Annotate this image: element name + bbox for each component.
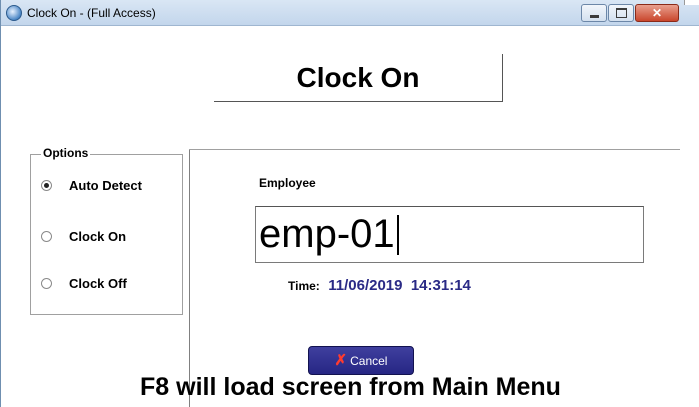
window-title: Clock On - (Full Access) xyxy=(27,6,156,20)
page-title: Clock On xyxy=(296,61,420,93)
minimize-icon xyxy=(582,5,606,21)
radio-label-auto-detect: Auto Detect xyxy=(69,178,142,193)
panel-divider-vertical xyxy=(189,149,190,407)
cancel-button-label: Cancel xyxy=(350,353,388,368)
cancel-button[interactable]: ✗ Cancel xyxy=(308,346,414,375)
options-legend: Options xyxy=(41,146,91,160)
radio-label-clock-off: Clock Off xyxy=(69,276,127,291)
close-icon: ✕ xyxy=(651,6,663,20)
radio-clock-on[interactable]: Clock On xyxy=(41,229,126,244)
x-icon: ✗ xyxy=(334,352,348,369)
heading-box: Clock On xyxy=(214,54,503,102)
minimize-button[interactable] xyxy=(581,4,607,22)
radio-label-clock-on: Clock On xyxy=(69,229,127,244)
radio-button[interactable] xyxy=(41,278,52,289)
time-value: 11/06/2019 14:31:14 xyxy=(328,277,471,294)
maximize-button[interactable] xyxy=(608,4,634,22)
title-bar[interactable]: Clock On - (Full Access) ✕ xyxy=(1,0,699,26)
employee-label: Employee xyxy=(259,176,316,190)
app-globe-icon xyxy=(6,5,22,21)
employee-input[interactable]: emp-01 xyxy=(255,206,644,263)
clock-on-window: Clock On - (Full Access) ✕ Clock On Opti… xyxy=(0,0,699,407)
radio-auto-detect[interactable]: Auto Detect xyxy=(41,178,142,193)
radio-button[interactable] xyxy=(41,231,52,242)
time-label: Time: xyxy=(288,279,320,293)
close-button[interactable]: ✕ xyxy=(635,4,679,22)
radio-button-checked[interactable] xyxy=(41,180,52,191)
panel-divider-horizontal xyxy=(189,149,680,150)
employee-input-value: emp-01 xyxy=(259,212,395,256)
background-window-edge xyxy=(684,0,699,5)
footer-hint: F8 will load screen from Main Menu xyxy=(140,373,561,401)
radio-clock-off[interactable]: Clock Off xyxy=(41,276,127,291)
maximize-icon xyxy=(609,5,633,21)
text-caret xyxy=(396,214,399,255)
time-display: Time: 11/06/2019 14:31:14 xyxy=(288,277,471,295)
